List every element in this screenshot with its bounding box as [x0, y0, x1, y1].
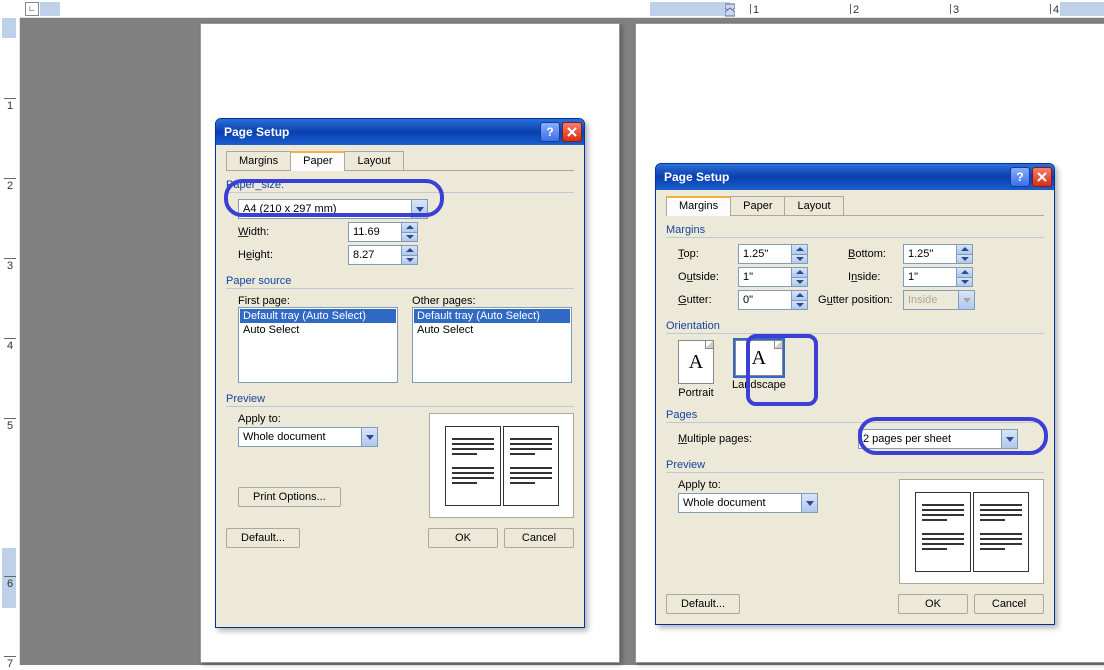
chevron-down-icon[interactable]	[801, 494, 817, 512]
apply-to-combo[interactable]: Whole document	[238, 427, 378, 447]
page-setup-dialog-paper: Page Setup ? Margins Paper Layout Paper_…	[215, 118, 585, 628]
tab-paper[interactable]: Paper	[730, 196, 785, 215]
first-page-list[interactable]: Default tray (Auto Select) Auto Select	[238, 307, 398, 383]
dialog-title: Page Setup	[664, 170, 1008, 184]
paper-size-combo[interactable]: A4 (210 x 297 mm)	[238, 199, 428, 219]
height-label: Height:	[238, 249, 298, 261]
cancel-button[interactable]: Cancel	[974, 594, 1044, 614]
chevron-down-icon[interactable]	[361, 428, 377, 446]
width-spinner[interactable]: 11.69	[348, 222, 418, 242]
other-pages-list[interactable]: Default tray (Auto Select) Auto Select	[412, 307, 572, 383]
gutter-pos-combo: Inside	[903, 290, 975, 310]
preview-group: Preview	[666, 459, 1044, 473]
paper-source-group: Paper source	[226, 275, 574, 289]
outside-spinner[interactable]: 1"	[738, 267, 808, 287]
chevron-down-icon[interactable]	[1001, 430, 1017, 448]
titlebar[interactable]: Page Setup ?	[216, 119, 584, 145]
pages-group: Pages	[666, 409, 1044, 423]
vertical-ruler: 1 2 3 4 5 6 7	[0, 18, 20, 665]
default-button[interactable]: Default...	[226, 528, 300, 548]
tab-layout[interactable]: Layout	[344, 151, 403, 170]
width-label: Width:	[238, 226, 298, 238]
preview	[899, 479, 1044, 584]
portrait-option[interactable]: A Portrait	[678, 340, 714, 399]
gutter-pos-label: Gutter position:	[818, 294, 903, 306]
cancel-button[interactable]: Cancel	[504, 528, 574, 548]
tab-margins[interactable]: Margins	[226, 151, 291, 170]
tab-margins[interactable]: Margins	[666, 196, 731, 216]
page-setup-dialog-margins: Page Setup ? Margins Paper Layout Margin…	[655, 163, 1055, 625]
preview-group: Preview	[226, 393, 574, 407]
ok-button[interactable]: OK	[898, 594, 968, 614]
help-button[interactable]: ?	[1010, 167, 1030, 187]
gutter-spinner[interactable]: 0"	[738, 290, 808, 310]
gutter-label: Gutter:	[678, 294, 738, 306]
close-button[interactable]	[562, 122, 582, 142]
default-button[interactable]: Default...	[666, 594, 740, 614]
first-page-label: First page:	[238, 295, 398, 307]
print-options-button[interactable]: Print Options...	[238, 487, 341, 507]
inside-label: Inside:	[848, 271, 903, 283]
bottom-label: Bottom:	[848, 248, 903, 260]
close-button[interactable]	[1032, 167, 1052, 187]
tab-selector[interactable]: ∟	[25, 2, 39, 16]
preview	[429, 413, 574, 518]
tabs: Margins Paper Layout	[226, 151, 574, 171]
titlebar[interactable]: Page Setup ?	[656, 164, 1054, 190]
inside-spinner[interactable]: 1"	[903, 267, 973, 287]
tabs: Margins Paper Layout	[666, 196, 1044, 216]
other-pages-label: Other pages:	[412, 295, 572, 307]
bottom-spinner[interactable]: 1.25"	[903, 244, 973, 264]
indent-marker[interactable]	[725, 0, 735, 18]
dialog-title: Page Setup	[224, 125, 538, 139]
orientation-group: Orientation	[666, 320, 1044, 334]
help-button[interactable]: ?	[540, 122, 560, 142]
paper-size-group: Paper_size:	[226, 179, 574, 193]
apply-to-combo[interactable]: Whole document	[678, 493, 818, 513]
multiple-pages-combo[interactable]: 2 pages per sheet	[858, 429, 1018, 449]
tab-layout[interactable]: Layout	[784, 196, 843, 215]
margins-group: Margins	[666, 224, 1044, 238]
multiple-pages-label: Multiple pages:	[678, 433, 768, 445]
ok-button[interactable]: OK	[428, 528, 498, 548]
tab-paper[interactable]: Paper	[290, 151, 345, 171]
top-spinner[interactable]: 1.25"	[738, 244, 808, 264]
outside-label: Outside:	[678, 271, 738, 283]
chevron-down-icon[interactable]	[411, 200, 427, 218]
height-spinner[interactable]: 8.27	[348, 245, 418, 265]
horizontal-ruler: ∟ 1 2 3 4	[20, 0, 1104, 18]
top-label: Top:	[678, 248, 738, 260]
landscape-option[interactable]: A Landscape	[732, 340, 786, 399]
